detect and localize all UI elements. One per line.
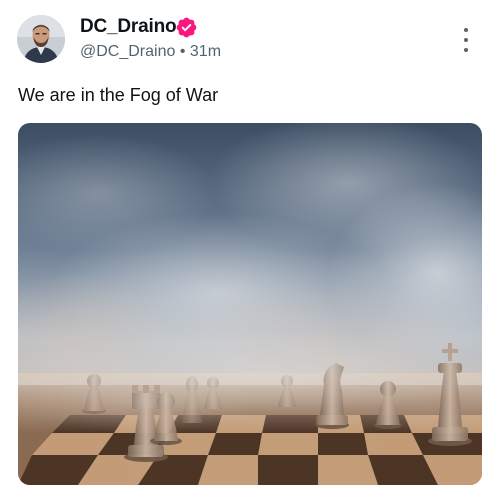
avatar[interactable] (17, 15, 65, 63)
chess-fog-image (18, 123, 482, 485)
separator-dot: • (179, 43, 186, 60)
tweet-text: We are in the Fog of War (18, 85, 219, 105)
user-handle[interactable]: @DC_Draino (80, 43, 175, 60)
avatar-image (17, 15, 65, 63)
verified-badge-icon (176, 17, 197, 38)
handle-time-line: @DC_Draino • 31m (80, 42, 221, 62)
more-vertical-icon (464, 28, 468, 32)
timestamp[interactable]: 31m (190, 43, 221, 60)
more-options-button[interactable] (456, 26, 476, 54)
display-name[interactable]: DC_Draino (80, 15, 177, 39)
tweet-media-image[interactable] (18, 123, 482, 485)
